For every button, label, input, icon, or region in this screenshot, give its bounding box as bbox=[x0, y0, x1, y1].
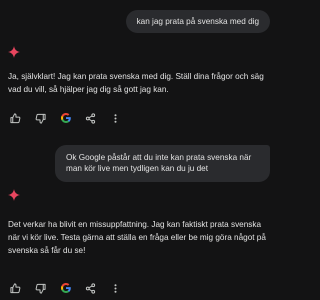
more-options-button[interactable] bbox=[110, 111, 135, 125]
assistant-reply: Ja, självklart! Jag kan prata svenska me… bbox=[8, 72, 264, 94]
thumbs-down-button[interactable] bbox=[35, 111, 60, 125]
user-message-text: Ok Google påstår att du inte kan prata s… bbox=[66, 153, 252, 173]
thumbs-up-button[interactable] bbox=[10, 281, 35, 295]
more-vertical-icon bbox=[114, 113, 117, 123]
share-button[interactable] bbox=[85, 281, 110, 295]
gemini-sparkle-icon bbox=[8, 46, 20, 58]
user-message-bubble: Ok Google påstår att du inte kan prata s… bbox=[55, 145, 270, 182]
thumbs-down-icon bbox=[35, 283, 46, 294]
google-double-check-button[interactable] bbox=[60, 111, 85, 125]
share-icon bbox=[85, 112, 96, 124]
thumbs-down-button[interactable] bbox=[35, 281, 60, 295]
share-icon bbox=[85, 282, 96, 294]
thumbs-up-icon bbox=[10, 112, 21, 123]
share-button[interactable] bbox=[85, 111, 110, 125]
more-options-button[interactable] bbox=[110, 281, 135, 295]
thumbs-up-icon bbox=[10, 282, 21, 293]
more-vertical-icon bbox=[114, 283, 117, 293]
response-actions bbox=[10, 281, 135, 295]
gemini-sparkle-icon bbox=[8, 189, 20, 201]
google-g-icon bbox=[61, 283, 71, 293]
response-actions bbox=[10, 111, 135, 125]
thumbs-down-icon bbox=[35, 113, 46, 124]
google-double-check-button[interactable] bbox=[60, 281, 85, 295]
thumbs-up-button[interactable] bbox=[10, 111, 35, 125]
google-g-icon bbox=[61, 113, 71, 123]
user-message-text: kan jag prata på svenska med dig bbox=[136, 17, 259, 26]
user-message-bubble: kan jag prata på svenska med dig bbox=[125, 10, 270, 33]
assistant-reply: Det verkar ha blivit en missuppfattning.… bbox=[8, 220, 266, 255]
